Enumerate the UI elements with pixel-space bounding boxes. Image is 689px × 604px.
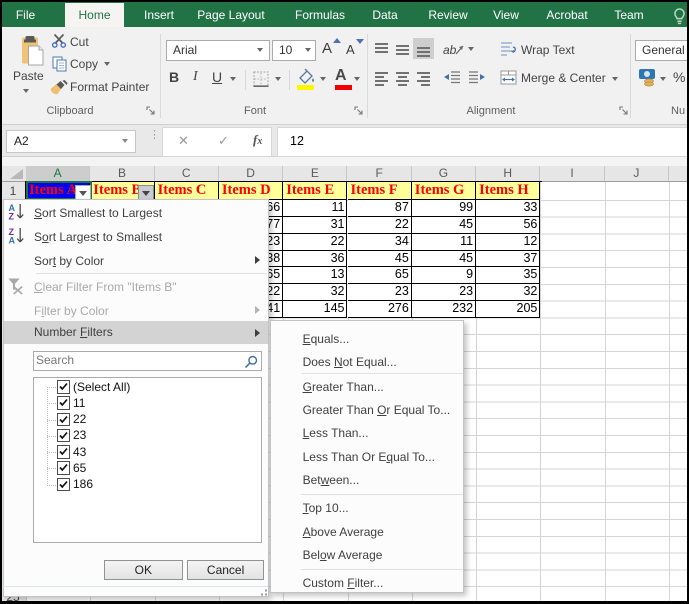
svg-text:ab: ab: [443, 43, 457, 57]
svg-text:A: A: [9, 236, 16, 244]
svg-text:Z: Z: [9, 212, 15, 220]
